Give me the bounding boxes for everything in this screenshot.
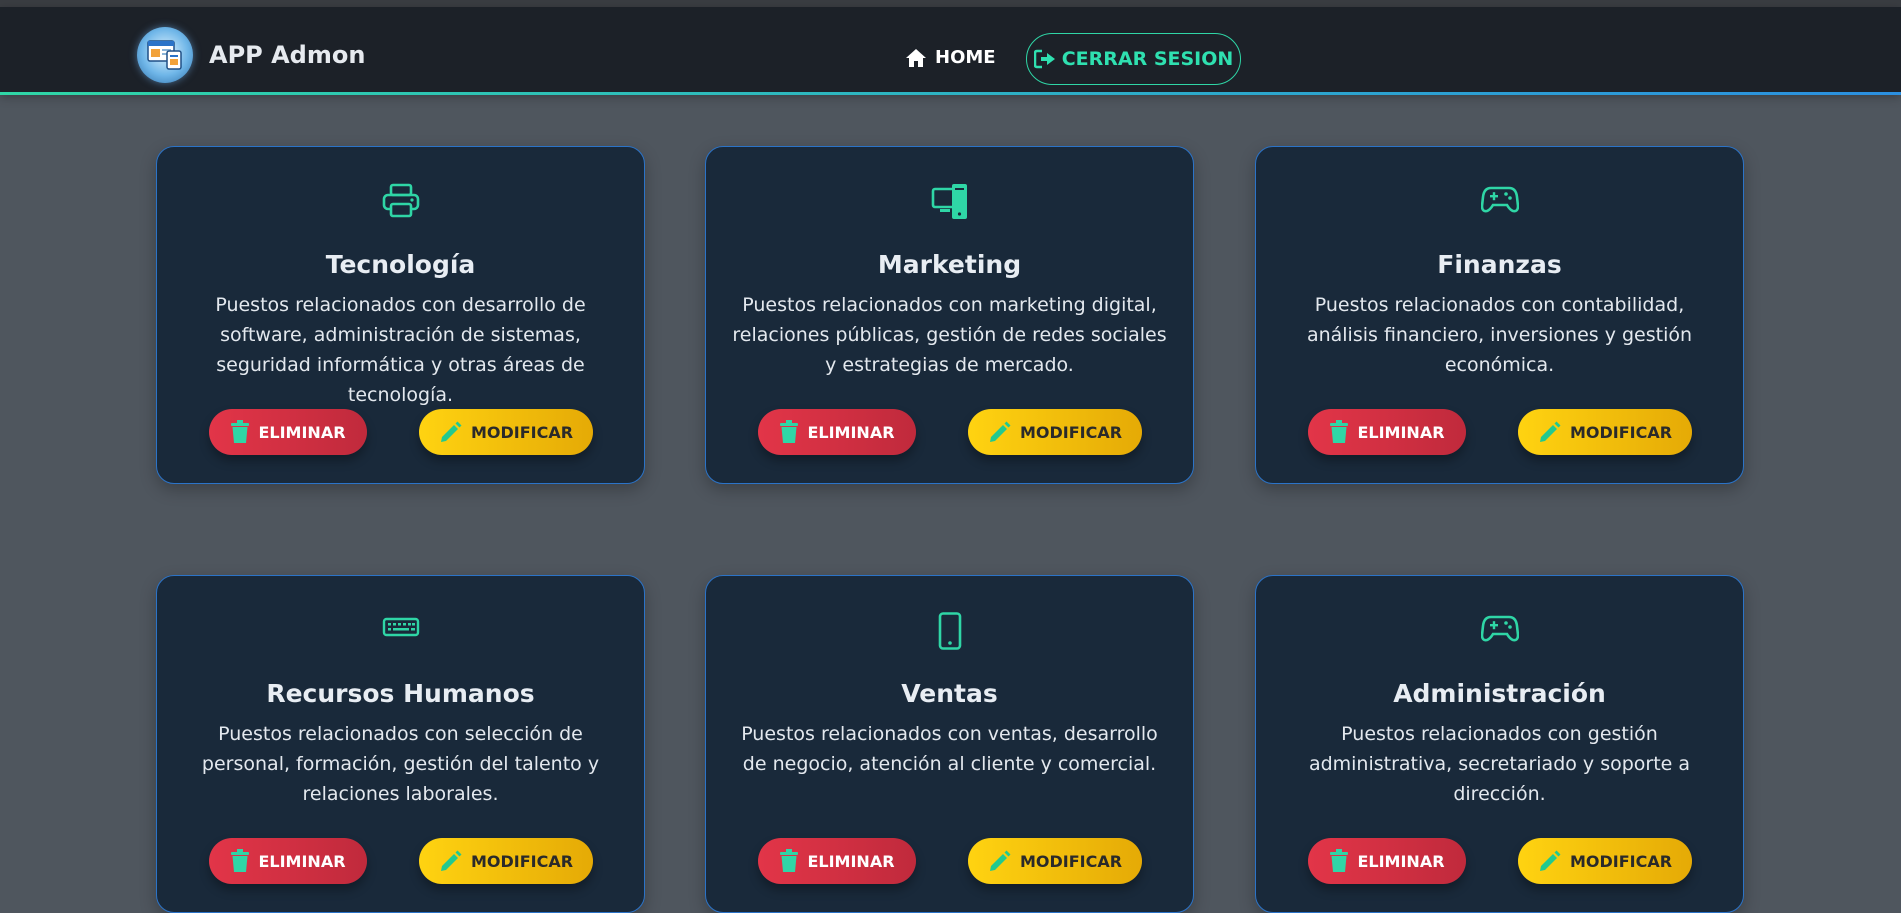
trash-icon	[780, 849, 799, 872]
delete-button[interactable]: ELIMINAR	[758, 409, 916, 455]
card-description: Puestos relacionados con marketing digit…	[732, 294, 1167, 376]
logout-button[interactable]: CERRAR SESION	[1026, 33, 1241, 85]
top-strip	[0, 0, 1901, 7]
delete-label: ELIMINAR	[258, 422, 346, 442]
keyboard-icon	[157, 612, 644, 656]
navbar: APP Admon HOME CERRAR SESION	[0, 7, 1901, 92]
gamepad-icon	[1256, 183, 1743, 227]
category-card: Ventas Puestos relacionados con ventas, …	[705, 575, 1194, 913]
card-description: Puestos relacionados con contabilidad, a…	[1306, 294, 1693, 376]
pencil-icon	[440, 850, 462, 871]
card-description: Puestos relacionados con gestión adminis…	[1308, 723, 1691, 805]
card-title: Tecnología	[325, 250, 476, 279]
desktop-mobile-icon	[706, 183, 1193, 227]
nav-home-link[interactable]: HOME	[905, 47, 996, 68]
delete-button[interactable]: ELIMINAR	[758, 838, 916, 884]
delete-label: ELIMINAR	[807, 851, 895, 871]
edit-label: MODIFICAR	[1019, 851, 1123, 871]
card-title: Administración	[1393, 679, 1606, 708]
delete-label: ELIMINAR	[1357, 851, 1445, 871]
card-description: Puestos relacionados con desarrollo de s…	[215, 294, 586, 406]
pencil-icon	[440, 421, 462, 442]
printer-icon	[157, 183, 644, 227]
home-icon	[906, 48, 926, 67]
sign-out-icon	[1033, 49, 1055, 69]
delete-button[interactable]: ELIMINAR	[1308, 838, 1466, 884]
card-description: Puestos relacionados con ventas, desarro…	[741, 723, 1158, 775]
delete-label: ELIMINAR	[807, 422, 895, 442]
category-card: Tecnología Puestos relacionados con desa…	[156, 146, 645, 484]
mobile-phone-icon	[706, 612, 1193, 656]
delete-button[interactable]: ELIMINAR	[209, 409, 367, 455]
edit-label: MODIFICAR	[1019, 422, 1123, 442]
app-title: APP Admon	[209, 41, 366, 69]
card-title: Marketing	[877, 250, 1022, 279]
category-card: Finanzas Puestos relacionados con contab…	[1255, 146, 1744, 484]
edit-button[interactable]: MODIFICAR	[1518, 409, 1692, 455]
pencil-icon	[1539, 850, 1561, 871]
edit-label: MODIFICAR	[470, 422, 574, 442]
card-title: Finanzas	[1437, 250, 1562, 279]
pencil-icon	[989, 421, 1011, 442]
logout-label: CERRAR SESION	[1061, 48, 1234, 70]
edit-label: MODIFICAR	[470, 851, 574, 871]
gamepad-icon	[1256, 612, 1743, 656]
trash-icon	[1330, 849, 1349, 872]
card-title: Ventas	[901, 679, 998, 708]
delete-button[interactable]: ELIMINAR	[209, 838, 367, 884]
category-card: Administración Puestos relacionados con …	[1255, 575, 1744, 913]
edit-button[interactable]: MODIFICAR	[419, 409, 593, 455]
brand[interactable]: APP Admon	[137, 27, 365, 83]
trash-icon	[231, 849, 250, 872]
category-card: Recursos Humanos Puestos relacionados co…	[156, 575, 645, 913]
edit-button[interactable]: MODIFICAR	[419, 838, 593, 884]
delete-label: ELIMINAR	[1357, 422, 1445, 442]
trash-icon	[780, 420, 799, 443]
edit-label: MODIFICAR	[1569, 851, 1673, 871]
trash-icon	[1330, 420, 1349, 443]
delete-button[interactable]: ELIMINAR	[1308, 409, 1466, 455]
card-title: Recursos Humanos	[266, 679, 535, 708]
category-card: Marketing Puestos relacionados con marke…	[705, 146, 1194, 484]
app-logo-icon	[137, 27, 193, 83]
pencil-icon	[1539, 421, 1561, 442]
navbar-accent-line	[0, 92, 1901, 95]
edit-button[interactable]: MODIFICAR	[968, 838, 1142, 884]
card-description: Puestos relacionados con selección de pe…	[201, 723, 600, 805]
edit-label: MODIFICAR	[1569, 422, 1673, 442]
pencil-icon	[989, 850, 1011, 871]
edit-button[interactable]: MODIFICAR	[968, 409, 1142, 455]
edit-button[interactable]: MODIFICAR	[1518, 838, 1692, 884]
nav-home-label: HOME	[935, 47, 996, 68]
trash-icon	[231, 420, 250, 443]
delete-label: ELIMINAR	[258, 851, 346, 871]
